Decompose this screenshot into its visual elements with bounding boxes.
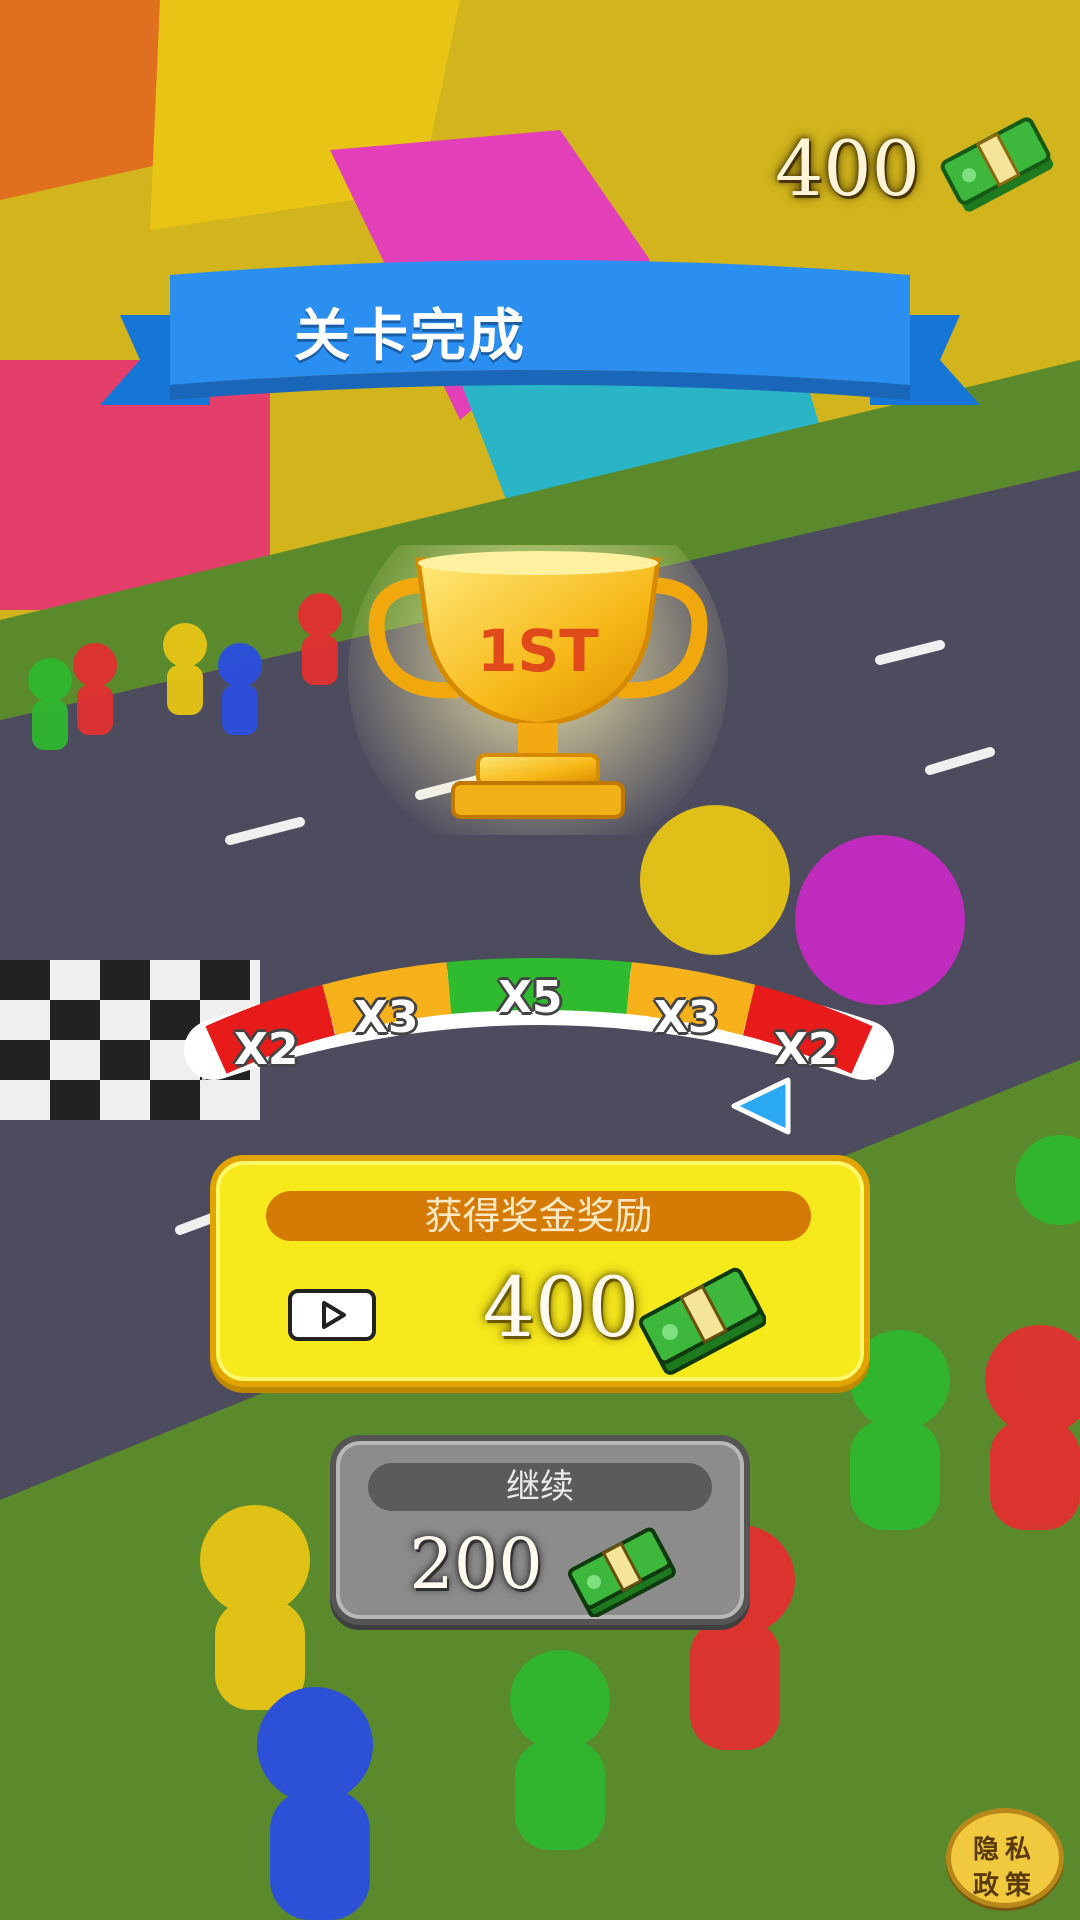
play-video-icon — [288, 1289, 376, 1341]
page-title: 关卡完成 — [294, 304, 526, 369]
multiplier-segment: X2 — [774, 1024, 839, 1075]
continue-button[interactable]: 继续 200 — [330, 1435, 750, 1625]
multiplier-segment: X3 — [354, 992, 419, 1043]
trophy-icon: 1ST — [348, 545, 728, 835]
continue-amount: 200 — [409, 1523, 543, 1605]
cash-stack-icon — [938, 116, 1056, 220]
multiplier-segment: X2 — [234, 1024, 299, 1075]
privacy-policy-button[interactable]: 隐私 政策 — [946, 1808, 1064, 1908]
privacy-label-line2: 政策 — [972, 1871, 1037, 1901]
reward-title: 获得奖金奖励 — [266, 1191, 811, 1241]
game-scene: 400 关卡完成 1ST X2 X3 X5 X3 X2 获得奖金奖励 400 继… — [0, 0, 1080, 1920]
rank-label: 1ST — [477, 617, 599, 685]
multiplier-segment: X3 — [654, 992, 719, 1043]
multiplier-meter: X2 X3 X5 X3 X2 — [184, 950, 894, 1135]
coin-amount: 400 — [774, 123, 920, 213]
claim-reward-button[interactable]: 获得奖金奖励 400 — [210, 1155, 870, 1387]
continue-title: 继续 — [368, 1463, 712, 1511]
triangle-pointer-icon — [731, 1077, 791, 1135]
privacy-label-line1: 隐私 — [972, 1835, 1037, 1865]
cash-stack-icon — [566, 1525, 676, 1621]
multiplier-segment: X5 — [498, 972, 563, 1023]
level-complete-banner: 关卡完成 — [100, 255, 980, 455]
coin-counter: 400 — [774, 116, 1056, 220]
cash-stack-icon — [636, 1265, 767, 1379]
